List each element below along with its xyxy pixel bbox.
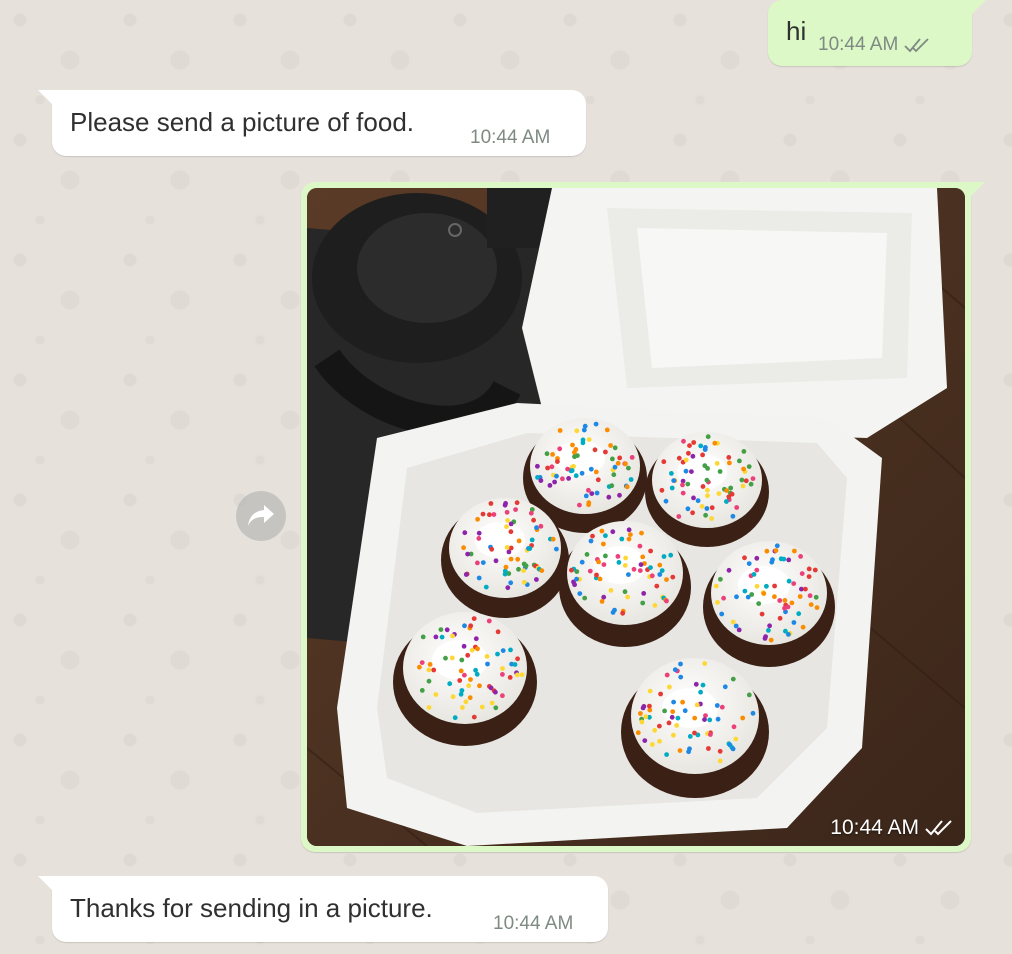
double-check-icon bbox=[904, 38, 929, 53]
forward-arrow-icon bbox=[248, 505, 274, 526]
message-time: 10:44 AM bbox=[830, 816, 919, 839]
image-attachment[interactable] bbox=[307, 188, 965, 846]
message-meta: 10:44 AM bbox=[493, 913, 573, 935]
message-meta: 10:44 AM bbox=[470, 127, 550, 149]
bubble-tail bbox=[969, 182, 985, 198]
forward-button[interactable] bbox=[236, 491, 286, 541]
message-text: hi bbox=[786, 16, 807, 46]
message-bubble-outgoing[interactable]: hi 10:44 AM bbox=[768, 0, 986, 66]
message-time: 10:44 AM bbox=[493, 913, 574, 934]
double-check-icon bbox=[925, 820, 952, 836]
bubble-tail bbox=[38, 876, 54, 892]
message-bubble-incoming[interactable]: Thanks for sending in a picture. 10:44 A… bbox=[38, 876, 608, 942]
message-meta: 10:44 AM bbox=[818, 34, 930, 56]
message-text: Please send a picture of food. bbox=[70, 107, 415, 137]
message-time: 10:44 AM bbox=[818, 34, 899, 55]
message-text: Thanks for sending in a picture. bbox=[70, 893, 433, 923]
message-time: 10:44 AM bbox=[470, 127, 551, 148]
message-bubble-incoming[interactable]: Please send a picture of food. 10:44 AM bbox=[38, 90, 586, 156]
bubble-tail bbox=[970, 0, 986, 16]
bubble-tail bbox=[38, 90, 54, 106]
message-meta: 10:44 AM bbox=[830, 816, 953, 840]
cupcakes-photo bbox=[307, 188, 965, 846]
message-bubble-outgoing-image[interactable]: 10:44 AM bbox=[301, 182, 985, 852]
